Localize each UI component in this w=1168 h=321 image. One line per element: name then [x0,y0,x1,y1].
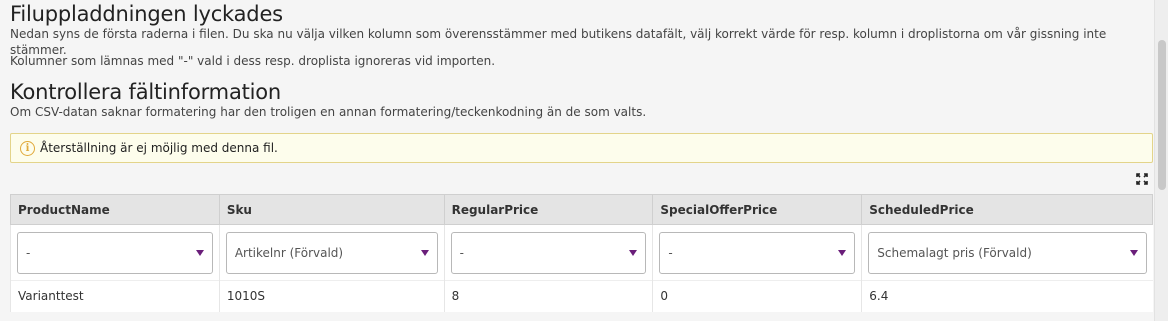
dropdown-arrow-icon [195,249,204,256]
productname-mapping-select[interactable]: - [17,231,213,274]
sku-mapping-select[interactable]: Artikelnr (Förvald) [225,231,438,274]
dropdown-arrow-icon [838,249,847,256]
select-cell: - [652,224,862,281]
select-value: Artikelnr (Förvald) [234,245,344,260]
field-mapping-table: ProductName Sku RegularPrice SpecialOffe… [10,194,1153,312]
scrollbar-thumb[interactable] [1158,40,1166,190]
table-header-row: ProductName Sku RegularPrice SpecialOffe… [10,194,1153,225]
cell-scheduledprice: 6.4 [861,280,1153,312]
check-fields-description: Om CSV-datan saknar formatering har den … [10,105,647,119]
dropdown-arrow-icon [1129,249,1138,256]
cell-productname: Varianttest [10,280,220,312]
check-fields-title: Kontrollera fältinformation [10,80,282,104]
column-header-productname: ProductName [10,194,220,225]
page-scrollbar[interactable] [1154,0,1168,321]
cell-specialofferprice: 0 [652,280,862,312]
notice-text: Återställning är ej möjlig med denna fil… [40,141,278,155]
restore-notice: i Återställning är ej möjlig med denna f… [10,133,1153,163]
column-header-scheduledprice: ScheduledPrice [861,194,1153,225]
column-header-sku: Sku [218,194,445,225]
select-value: Schemalagt pris (Förvald) [877,245,1032,260]
cell-sku: 1010S [218,280,445,312]
dropdown-arrow-icon [420,249,429,256]
column-header-regularprice: RegularPrice [443,194,654,225]
select-value: - [26,245,31,260]
column-header-specialofferprice: SpecialOfferPrice [652,194,863,225]
upload-success-title: Filuppladdningen lyckades [10,2,283,26]
scheduledprice-mapping-select[interactable]: Schemalagt pris (Förvald) [868,231,1147,274]
dropdown-arrow-icon [629,249,638,256]
select-cell: Schemalagt pris (Förvald) [861,224,1153,281]
select-cell: - [443,224,653,281]
select-value: - [668,245,673,260]
ignore-note: Kolumner som lämnas med "-" vald i dess … [10,54,496,68]
select-value: - [459,245,464,260]
cell-regularprice: 8 [443,280,653,312]
info-icon: i [20,140,35,156]
select-cell: Artikelnr (Förvald) [218,224,445,281]
expand-icon[interactable] [1136,173,1148,185]
select-cell: - [10,224,220,281]
table-row: Varianttest 1010S 8 0 6.4 [10,280,1153,312]
mapping-select-row: - Artikelnr (Förvald) - - Schemalagt pri… [10,224,1153,281]
specialofferprice-mapping-select[interactable]: - [659,231,856,274]
regularprice-mapping-select[interactable]: - [450,231,647,274]
